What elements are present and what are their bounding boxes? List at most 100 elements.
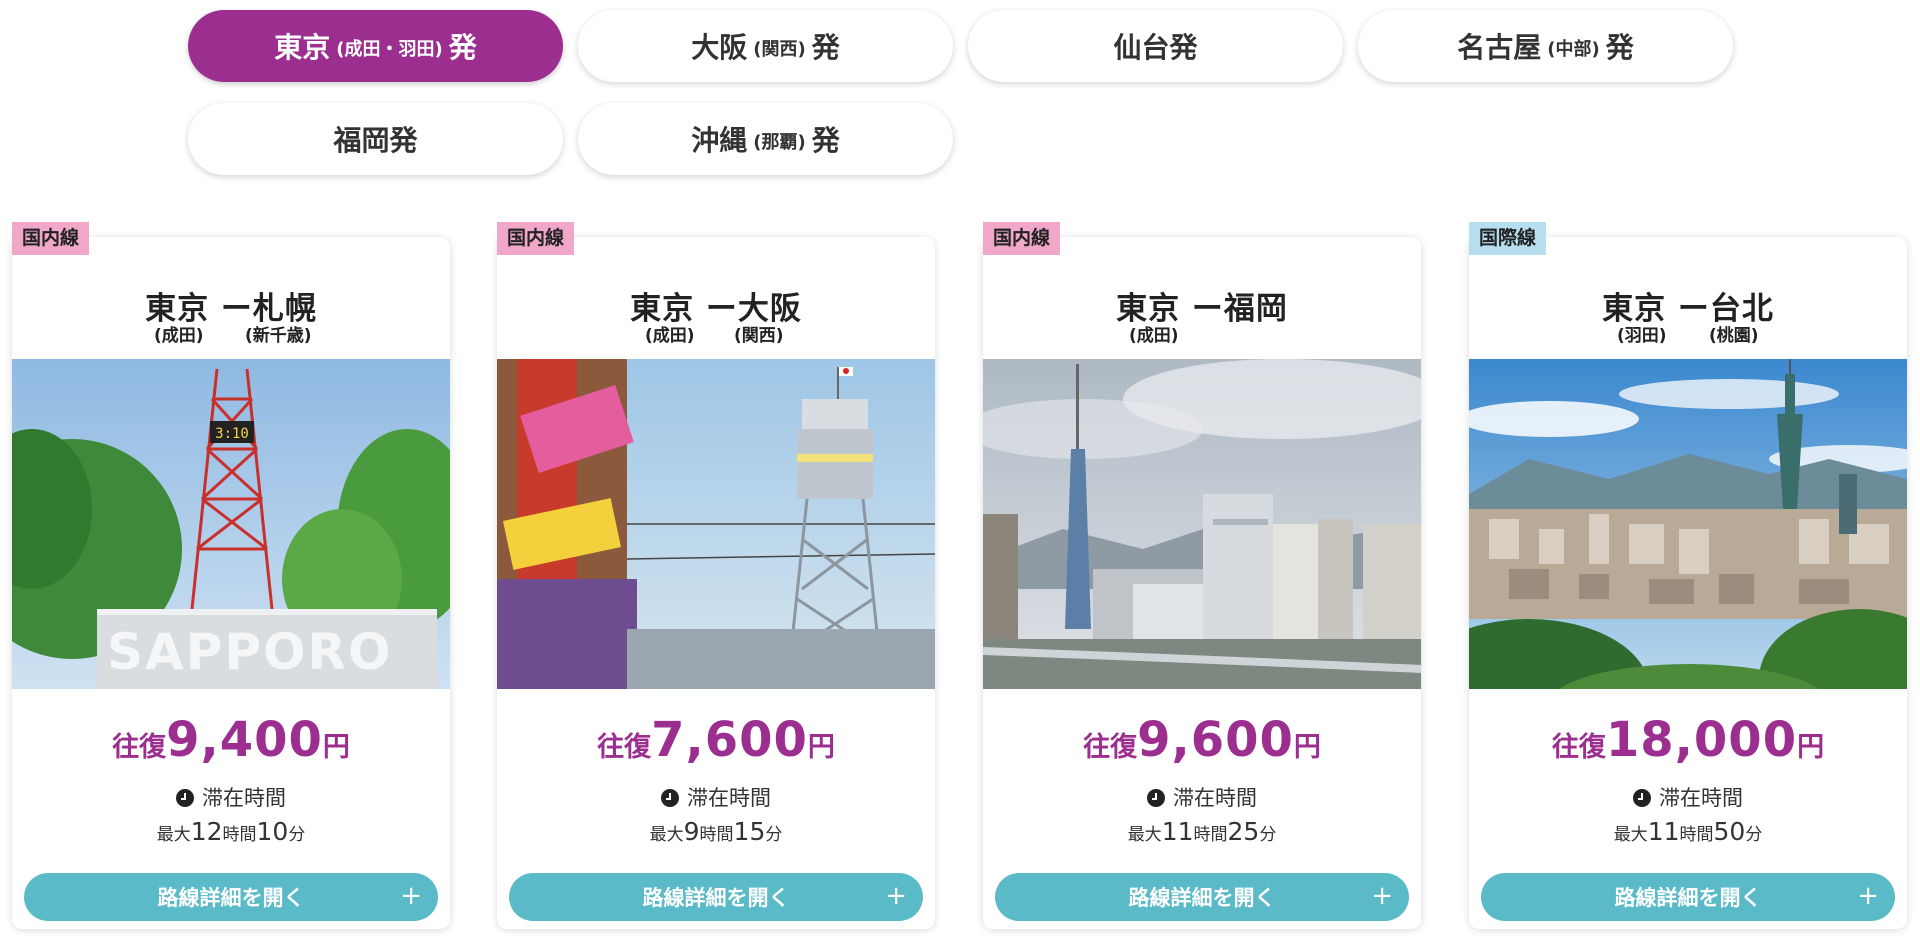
tab-tokyo[interactable]: 東京 (成田・羽田) 発 [188,10,563,82]
to-airport: (桃園) [1709,326,1759,346]
minutes-unit: 分 [1745,825,1763,845]
origin-tabs-row-1: 東京 (成田・羽田) 発 大阪 (関西) 発 仙台発 名古屋 (中部) 発 [188,10,1748,82]
price-unit: 円 [322,732,350,763]
from-airport: (成田) [1129,326,1179,346]
clock-icon [1633,789,1651,807]
stay-minutes: 50 [1713,817,1746,846]
button-label: 路線詳細を開く [1614,886,1762,910]
open-route-details-button[interactable]: 路線詳細を開く + [1481,873,1895,921]
svg-text:SAPPORO: SAPPORO [107,623,393,681]
price: 往復7,600円 [497,712,935,768]
tab-fukuoka[interactable]: 福岡発 [188,103,563,175]
price-prefix: 往復 [1551,732,1606,763]
from-airport: (羽田) [1617,326,1667,346]
route-card-fukuoka[interactable]: 国内線 東京 ー福岡 (成田) 往復9,600円 滞在時間 最大11時間25分 … [983,222,1421,929]
price-prefix: 往復 [597,732,652,763]
stay-minutes: 25 [1227,817,1260,846]
taipei-101-photo [1469,359,1907,689]
route-title: 東京 ー札幌 [145,291,317,327]
route-type-badge: 国内線 [983,222,1061,255]
stay-hours: 11 [1647,817,1680,846]
tab-label: 東京 [274,31,331,64]
stay-prefix: 最大 [649,825,684,845]
stay-time: 最大11時間25分 [983,817,1421,846]
tab-suffix: 発 [811,31,840,64]
stay-hours: 12 [190,817,223,846]
hours-unit: 時間 [1679,825,1714,845]
plus-icon: + [1371,881,1393,911]
origin-tabs: 東京 (成田・羽田) 発 大阪 (関西) 発 仙台発 名古屋 (中部) 発 福岡… [188,10,1748,196]
stay-minutes: 10 [256,817,289,846]
stay-hours: 9 [683,817,700,846]
button-label: 路線詳細を開く [642,886,790,910]
route-title: 東京 ー福岡 [1116,291,1288,327]
hours-unit: 時間 [1193,825,1228,845]
route-title: 東京 ー大阪 [630,291,802,327]
stay-time: 最大11時間50分 [1469,817,1907,846]
stay-prefix: 最大 [1613,825,1648,845]
fukuoka-tower-photo [983,359,1421,689]
route-type-badge: 国際線 [1469,222,1547,255]
to-airport: (関西) [734,326,784,346]
stay-label-text: 滞在時間 [1173,786,1257,810]
route-type-badge: 国内線 [12,222,90,255]
tab-sendai[interactable]: 仙台発 [968,10,1343,82]
route-type-badge: 国内線 [497,222,575,255]
price-unit: 円 [1293,732,1321,763]
stay-hours: 11 [1161,817,1194,846]
stay-time: 最大9時間15分 [497,817,935,846]
open-route-details-button[interactable]: 路線詳細を開く + [995,873,1409,921]
tab-label: 福岡発 [333,124,418,157]
open-route-details-button[interactable]: 路線詳細を開く + [24,873,438,921]
price-amount: 7,600 [651,712,808,768]
stay-label-text: 滞在時間 [687,786,771,810]
tab-airport-label: (関西) [753,39,806,60]
price-unit: 円 [807,732,835,763]
price-amount: 9,600 [1137,712,1294,768]
clock-icon [661,789,679,807]
clock-icon [1147,789,1165,807]
from-airport: (成田) [645,326,695,346]
tab-label: 名古屋 [1457,31,1542,64]
to-airport: (新千歳) [245,326,312,346]
tab-airport-label: (中部) [1547,39,1600,60]
stay-label-text: 滞在時間 [202,786,286,810]
stay-prefix: 最大 [1127,825,1162,845]
stay-label: 滞在時間 [497,782,935,812]
open-route-details-button[interactable]: 路線詳細を開く + [509,873,923,921]
route-title: 東京 ー台北 [1602,291,1774,327]
stay-label: 滞在時間 [983,782,1421,812]
stay-minutes: 15 [733,817,766,846]
price: 往復9,600円 [983,712,1421,768]
price: 往復18,000円 [1469,712,1907,768]
route-card-osaka[interactable]: 国内線 東京 ー大阪 (成田) (関西) 往復7,600円 滞在時間 最大9時間… [497,222,935,929]
hours-unit: 時間 [222,825,257,845]
stay-label: 滞在時間 [1469,782,1907,812]
tab-label: 仙台発 [1113,31,1198,64]
tab-suffix: 発 [448,31,477,64]
price-unit: 円 [1797,732,1825,763]
tab-label: 沖縄 [691,124,748,157]
route-card-taipei[interactable]: 国際線 東京 ー台北 (羽田) (桃園) 往復18,000円 滞在時間 最大11… [1469,222,1907,929]
plus-icon: + [400,881,422,911]
tab-nagoya[interactable]: 名古屋 (中部) 発 [1358,10,1733,82]
stay-label: 滞在時間 [12,782,450,812]
tsutenkaku-tower-photo [497,359,935,689]
minutes-unit: 分 [288,825,306,845]
tab-suffix: 発 [1605,31,1634,64]
price-amount: 18,000 [1605,712,1798,768]
tab-label: 大阪 [691,31,748,64]
tab-osaka[interactable]: 大阪 (関西) 発 [578,10,953,82]
button-label: 路線詳細を開く [157,886,305,910]
clock-icon [176,789,194,807]
tab-airport-label: (成田・羽田) [336,39,443,60]
origin-tabs-row-2: 福岡発 沖縄 (那覇) 発 [188,103,1748,175]
stay-prefix: 最大 [156,825,191,845]
stay-label-text: 滞在時間 [1659,786,1743,810]
plus-icon: + [885,881,907,911]
stay-time: 最大12時間10分 [12,817,450,846]
plus-icon: + [1857,881,1879,911]
tab-okinawa[interactable]: 沖縄 (那覇) 発 [578,103,953,175]
button-label: 路線詳細を開く [1128,886,1276,910]
route-card-sapporo[interactable]: 国内線 東京 ー札幌 (成田) (新千歳) 3:10 SAPPORO 往復9,4… [12,222,450,929]
